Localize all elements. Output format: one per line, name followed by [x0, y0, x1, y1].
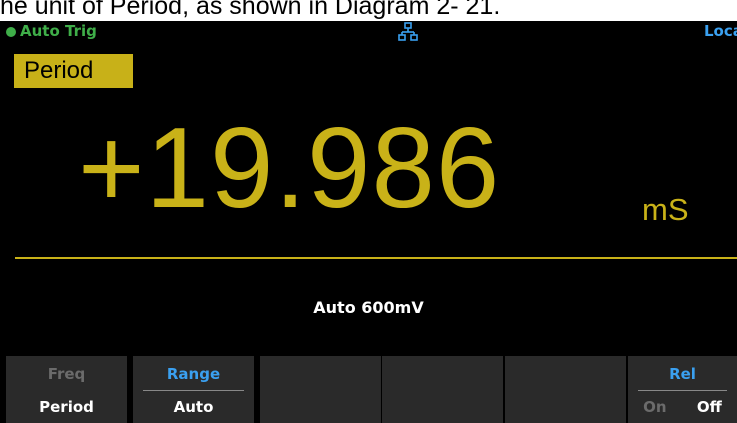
softkey-empty-4[interactable] [382, 356, 503, 423]
softkey-rel-options: On Off [628, 398, 737, 416]
softkey-rel-label: Rel [669, 365, 696, 383]
softkey-freq-period[interactable]: Freq Period [6, 356, 127, 423]
rel-option-off: Off [696, 398, 722, 416]
softkey-rel[interactable]: Rel On Off [628, 356, 737, 423]
softkey-empty-5[interactable] [505, 356, 626, 423]
document-caption: he unit of Period, as shown in Diagram 2… [0, 0, 501, 20]
trigger-status: Auto Trig [20, 22, 97, 40]
softkey-range-value: Auto [173, 398, 214, 416]
remote-status: Loca [704, 22, 737, 40]
softkey-range[interactable]: Range Auto [133, 356, 254, 423]
range-info: Auto 600mV [313, 298, 424, 317]
softkey-empty-3[interactable] [260, 356, 381, 423]
softkey-separator [143, 390, 244, 391]
measurement-unit: mS [642, 192, 689, 227]
network-icon [398, 22, 418, 41]
softkey-separator [638, 390, 727, 391]
softkey-range-label: Range [166, 365, 221, 383]
trigger-status-dot-icon [6, 27, 16, 37]
softkey-period-label: Period [39, 398, 94, 416]
softkey-freq-label: Freq [47, 365, 86, 383]
status-bar: Auto Trig Loca [0, 21, 737, 43]
function-label: Period [14, 54, 133, 88]
softkey-bar: Freq Period Range Auto Rel On Off [0, 356, 737, 423]
measurement-value: +19.986 [78, 105, 501, 232]
meter-screen: Auto Trig Loca Period +19.986 mS Auto 60… [0, 21, 737, 423]
rel-option-on: On [643, 398, 667, 416]
divider [15, 257, 737, 259]
